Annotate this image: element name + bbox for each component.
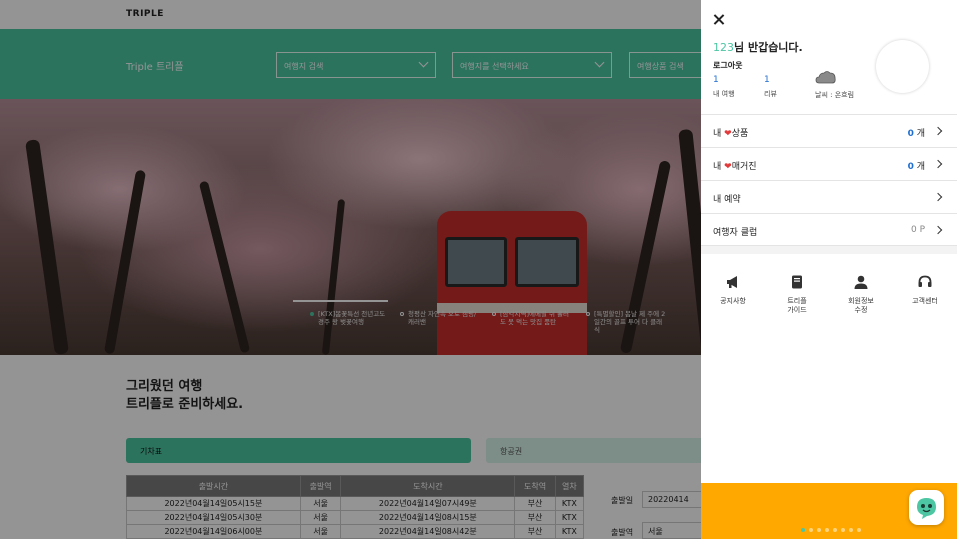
shortcut-support[interactable]: 고객센터 (893, 274, 957, 306)
pagination-dot[interactable] (833, 528, 837, 532)
pagination-dot[interactable] (825, 528, 829, 532)
menu-liked-magazine[interactable]: 내 ❤매거진 0 개 (701, 147, 957, 180)
logout-link[interactable]: 로그아웃 (713, 60, 742, 71)
menu-travelers-club[interactable]: 여행자 클럽 0 P (701, 213, 957, 246)
heart-icon: ❤ (724, 162, 732, 172)
points-value: 0 P (910, 225, 925, 235)
shortcut-label: 고객센터 (912, 297, 938, 305)
shortcut-guide[interactable]: 트리플 가이드 (765, 274, 829, 315)
trips-count: 1 (713, 75, 719, 85)
count-unit: 개 (913, 162, 925, 172)
shortcut-profile[interactable]: 회원정보 수정 (829, 274, 893, 315)
reviews-label: 리뷰 (764, 90, 777, 98)
avatar[interactable] (876, 40, 929, 93)
shortcut-label-line: 회원정보 (848, 297, 874, 305)
pagination-dot[interactable] (801, 528, 805, 532)
close-icon[interactable] (712, 13, 726, 27)
modal-backdrop[interactable] (0, 0, 701, 539)
page: TRIPLE Triple 트리플 여행지 검색 여행지를 선택하세요 여행상품… (0, 0, 957, 539)
stat-reviews[interactable]: 1 리뷰 (764, 75, 777, 99)
heart-icon: ❤ (724, 129, 732, 139)
pagination-dot[interactable] (809, 528, 813, 532)
liked-magazine-count: 0 개 (908, 159, 925, 172)
user-icon (854, 275, 868, 289)
shortcut-label-line: 트리플 (787, 297, 807, 305)
menu-reservations[interactable]: 내 예약 (701, 180, 957, 213)
pagination-dot[interactable] (857, 528, 861, 532)
headset-icon (918, 275, 932, 287)
menu-label: 여행자 클럽 (713, 228, 758, 238)
section-divider (701, 246, 957, 254)
stat-trips[interactable]: 1 내 여행 (713, 75, 735, 99)
chatbot-button[interactable] (909, 490, 944, 525)
pagination-dot[interactable] (817, 528, 821, 532)
greeting: 123님 반갑습니다. (713, 39, 803, 55)
count-unit: 개 (913, 129, 925, 139)
liked-products-count: 0 개 (908, 126, 925, 139)
menu-label-prefix: 내 (713, 129, 725, 139)
user-side-panel: 123님 반갑습니다. 로그아웃 1 내 여행 1 리뷰 날씨 : 온흐림 내 … (701, 0, 957, 539)
weather-label: 날씨 : 온흐림 (815, 91, 855, 99)
chatbot-icon (917, 498, 936, 519)
menu-label: 매거진 (731, 162, 757, 172)
pagination-dot[interactable] (841, 528, 845, 532)
menu-liked-products[interactable]: 내 ❤상품 0 개 (701, 114, 957, 147)
banner-pagination (801, 517, 865, 536)
reviews-count: 1 (764, 75, 770, 85)
book-icon (792, 275, 802, 289)
shortcut-label: 공지사항 (720, 297, 746, 305)
pagination-dot[interactable] (849, 528, 853, 532)
menu-label: 내 예약 (713, 195, 741, 205)
greeting-text: 님 반갑습니다. (734, 41, 803, 54)
chevron-right-icon (933, 126, 943, 136)
shortcut-label: 회원정보 수정 (829, 297, 893, 315)
menu-label-prefix: 내 (713, 162, 725, 172)
chevron-right-icon (933, 225, 943, 235)
shortcut-label-line: 가이드 (787, 306, 807, 314)
username: 123 (713, 41, 734, 54)
chevron-right-icon (933, 192, 943, 202)
shortcut-label: 트리플 가이드 (765, 297, 829, 315)
chevron-right-icon (933, 159, 943, 169)
shortcut-label-line: 수정 (854, 306, 868, 314)
shortcut-notice[interactable]: 공지사항 (701, 274, 765, 306)
trips-label: 내 여행 (713, 90, 735, 98)
panel-menu: 내 ❤상품 0 개 내 ❤매거진 0 개 내 예약 여행자 클럽 0 P (701, 114, 957, 246)
menu-label: 상품 (731, 129, 749, 139)
megaphone-icon (727, 276, 737, 288)
cloud-icon (815, 71, 836, 84)
